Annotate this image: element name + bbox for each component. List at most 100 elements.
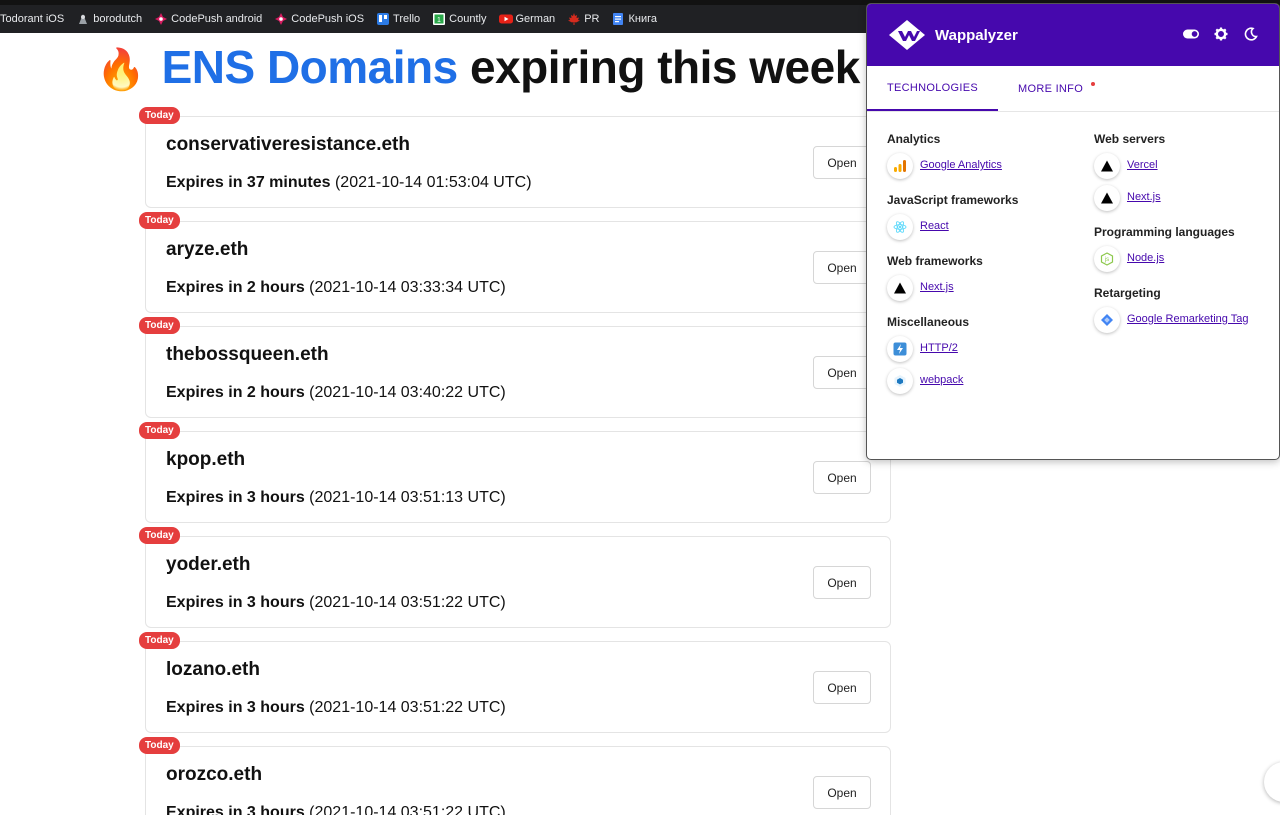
- domain-name: thebossqueen.eth: [166, 344, 329, 365]
- category-heading: Programming languages: [1094, 225, 1235, 239]
- technology-link[interactable]: webpack: [920, 372, 963, 388]
- technology-item[interactable]: Next.js: [1094, 185, 1254, 211]
- technology-item[interactable]: Next.js: [887, 275, 1067, 301]
- bookmark-item[interactable]: Todorant iOS: [0, 9, 64, 29]
- technology-link[interactable]: HTTP/2: [920, 340, 958, 356]
- expiry-datetime: (2021-10-14 03:51:22 UTC): [304, 699, 506, 716]
- technology-item[interactable]: js Node.js: [1094, 246, 1254, 272]
- fire-icon: 🔥: [96, 48, 146, 92]
- bookmark-item[interactable]: CodePush iOS: [275, 9, 364, 29]
- tab-more-info[interactable]: MORE INFO: [998, 66, 1109, 111]
- category-heading: Web servers: [1094, 132, 1166, 146]
- bookmark-label: Todorant iOS: [0, 13, 65, 25]
- today-badge: Today: [139, 422, 180, 439]
- technology-item[interactable]: HTTP/2: [887, 336, 1067, 362]
- expiry-datetime: (2021-10-14 03:40:22 UTC): [304, 384, 506, 401]
- tab-technologies-label: TECHNOLOGIES: [887, 81, 979, 94]
- domain-card: Today conservativeresistance.eth Expires i…: [139, 107, 891, 208]
- expiry-relative: Expires in 2 hours: [166, 279, 305, 296]
- notification-dot-icon: [1091, 82, 1096, 86]
- bookmark-item[interactable]: CodePush android: [155, 9, 262, 29]
- expiry-text: Expires in 2 hours (2021-10-14 03:40:22 …: [166, 384, 506, 402]
- wappalyzer-title: Wappalyzer: [935, 26, 1018, 44]
- bookmark-label: German: [515, 13, 556, 25]
- side-panel-bubble-icon[interactable]: [1264, 762, 1280, 802]
- expiry-text: Expires in 3 hours (2021-10-14 03:51:22 …: [166, 804, 506, 815]
- category-heading: Retargeting: [1094, 286, 1161, 300]
- bookmark-item[interactable]: PR: [568, 9, 599, 29]
- expiry-datetime: (2021-10-14 03:51:22 UTC): [304, 804, 506, 815]
- bookmark-item[interactable]: 1 Countly: [433, 9, 486, 29]
- technology-link[interactable]: React: [920, 218, 949, 234]
- toggle-icon[interactable]: [1183, 26, 1199, 42]
- open-button[interactable]: Open: [813, 251, 871, 284]
- trello-icon: [377, 13, 390, 25]
- technology-link[interactable]: Next.js: [920, 279, 954, 295]
- expiry-relative: Expires in 37 minutes: [166, 174, 331, 191]
- tab-technologies[interactable]: TECHNOLOGIES: [867, 66, 999, 111]
- technology-item[interactable]: Google Analytics: [887, 153, 1067, 179]
- bookmark-item[interactable]: borodutch: [77, 9, 142, 29]
- expiry-relative: Expires in 3 hours: [166, 699, 305, 716]
- domain-name: lozano.eth: [166, 659, 260, 680]
- category-heading: JavaScript frameworks: [887, 193, 1019, 207]
- technology-link[interactable]: Vercel: [1127, 157, 1158, 173]
- today-badge: Today: [139, 107, 180, 124]
- expiry-text: Expires in 3 hours (2021-10-14 03:51:22 …: [166, 699, 506, 717]
- maple-leaf-icon: [568, 13, 581, 25]
- youtube-icon: [499, 13, 514, 25]
- today-badge: Today: [139, 737, 180, 754]
- category-heading: Web frameworks: [887, 254, 983, 268]
- open-button[interactable]: Open: [813, 356, 871, 389]
- open-button[interactable]: Open: [813, 671, 871, 704]
- nextjs-icon: [1094, 185, 1120, 211]
- today-badge: Today: [139, 317, 180, 334]
- open-button[interactable]: Open: [813, 776, 871, 809]
- today-badge: Today: [139, 632, 180, 649]
- svg-text:js: js: [1104, 257, 1109, 263]
- vercel-icon: [1094, 153, 1120, 179]
- bookmark-label: Countly: [449, 13, 487, 25]
- codepush-icon: [155, 13, 168, 25]
- wappalyzer-logo-icon: [887, 18, 927, 52]
- google-remarketing-icon: [1094, 307, 1120, 333]
- nodejs-icon: js: [1094, 246, 1120, 272]
- domain-name: orozco.eth: [166, 764, 263, 785]
- bookmark-item[interactable]: German: [499, 9, 555, 29]
- technology-link[interactable]: Node.js: [1127, 250, 1164, 266]
- bookmark-label: PR: [584, 13, 600, 25]
- expiry-datetime: (2021-10-14 03:51:13 UTC): [304, 489, 506, 506]
- react-icon: [887, 214, 913, 240]
- domain-name: conservativeresistance.eth: [166, 134, 410, 155]
- svg-text:1: 1: [437, 17, 441, 24]
- webpack-icon: [887, 368, 913, 394]
- bookmark-item[interactable]: Книга: [612, 9, 657, 29]
- technology-link[interactable]: Next.js: [1127, 189, 1161, 205]
- technology-link[interactable]: Google Remarketing Tag: [1127, 311, 1248, 327]
- gear-icon[interactable]: [1213, 26, 1229, 42]
- bookmark-label: Trello: [393, 13, 421, 25]
- technology-item[interactable]: Vercel: [1094, 153, 1254, 179]
- technology-link[interactable]: Google Analytics: [920, 157, 1002, 173]
- today-badge: Today: [139, 527, 180, 544]
- tab-more-info-label: MORE INFO: [1018, 82, 1084, 95]
- wappalyzer-header: Wappalyzer: [867, 4, 1279, 66]
- open-button[interactable]: Open: [813, 461, 871, 494]
- expiry-relative: Expires in 2 hours: [166, 384, 305, 401]
- bookmark-item[interactable]: Trello: [377, 9, 420, 29]
- expiry-text: Expires in 37 minutes (2021-10-14 01:53:…: [166, 174, 532, 192]
- moon-icon[interactable]: [1243, 26, 1259, 42]
- bookmark-label: Книга: [628, 13, 657, 25]
- expiry-relative: Expires in 3 hours: [166, 804, 305, 815]
- domain-card: Today lozano.eth Expires in 3 hours (2021-…: [139, 632, 891, 733]
- open-button[interactable]: Open: [813, 566, 871, 599]
- domain-name: kpop.eth: [166, 449, 246, 470]
- today-badge: Today: [139, 212, 180, 229]
- technology-item[interactable]: webpack: [887, 368, 1067, 394]
- bookmark-label: borodutch: [93, 13, 143, 25]
- expiry-text: Expires in 3 hours (2021-10-14 03:51:22 …: [166, 594, 506, 612]
- domain-card: Today orozco.eth Expires in 3 hours (2021-…: [139, 737, 891, 815]
- technology-item[interactable]: Google Remarketing Tag: [1094, 307, 1254, 333]
- open-button[interactable]: Open: [813, 146, 871, 179]
- technology-item[interactable]: React: [887, 214, 1067, 240]
